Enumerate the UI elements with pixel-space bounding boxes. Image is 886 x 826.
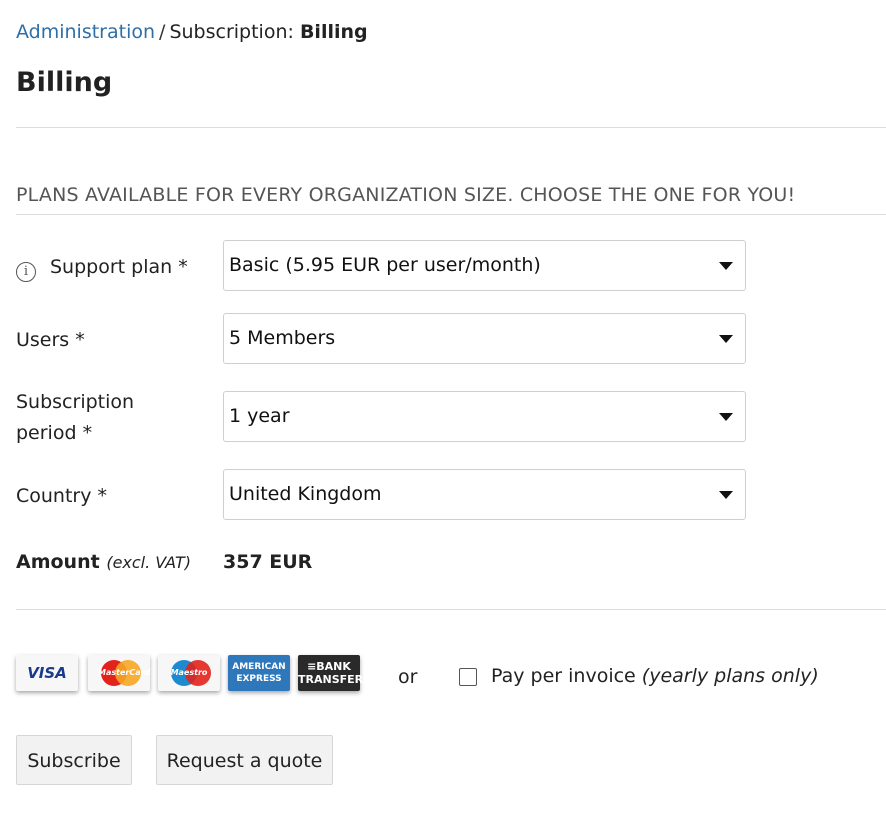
pay-per-invoice-text: Pay per invoice <box>491 665 636 687</box>
users-value: 5 Members <box>229 327 336 349</box>
mastercard-logo: MasterCard <box>88 655 150 691</box>
country-label: Country * <box>16 485 108 507</box>
bank-transfer-logo: ≡BANK TRANSFER <box>298 655 364 691</box>
country-select[interactable]: United Kingdom <box>223 469 746 520</box>
info-icon[interactable]: i <box>16 262 36 282</box>
subscription-period-label-line2: period * <box>16 422 93 444</box>
subscription-period-label-line1: Subscription <box>16 391 135 413</box>
caret-down-icon <box>719 262 733 270</box>
support-plan-select[interactable]: Basic (5.95 EUR per user/month) <box>223 240 746 291</box>
subscribe-button[interactable]: Subscribe <box>16 735 132 785</box>
breadcrumb-prefix: Subscription: <box>169 21 294 43</box>
support-plan-label-row: i Support plan * <box>16 252 188 283</box>
pay-per-invoice-checkbox[interactable] <box>459 668 477 686</box>
header-divider <box>16 127 886 128</box>
or-text: or <box>398 666 418 688</box>
pay-per-invoice-label[interactable]: Pay per invoice (yearly plans only) <box>491 665 819 687</box>
mastercard-text: MasterCard <box>98 668 151 677</box>
section-title: PLANS AVAILABLE FOR EVERY ORGANIZATION S… <box>16 184 796 206</box>
mastercard-circles: MasterCard <box>98 660 151 686</box>
breadcrumb-separator: / <box>159 21 166 43</box>
amex-line2: EXPRESS <box>236 674 282 684</box>
support-plan-value: Basic (5.95 EUR per user/month) <box>229 254 541 276</box>
amex-logo: AMERICAN EXPRESS <box>228 655 290 691</box>
amount-label-text: Amount <box>16 551 100 573</box>
breadcrumb: Administration / Subscription: Billing <box>16 18 368 46</box>
support-plan-label: Support plan * <box>50 256 188 278</box>
maestro-circles: Maestro <box>168 660 211 686</box>
section-divider <box>16 214 886 215</box>
amount-value: 357 EUR <box>223 551 313 573</box>
subscription-period-value: 1 year <box>229 405 290 427</box>
breadcrumb-current: Billing <box>299 21 368 43</box>
request-quote-button[interactable]: Request a quote <box>156 735 333 785</box>
caret-down-icon <box>719 413 733 421</box>
amount-label: Amount (excl. VAT) <box>16 551 191 573</box>
bank-line2: TRANSFER <box>298 673 364 686</box>
subscription-period-select[interactable]: 1 year <box>223 391 746 442</box>
amount-divider <box>16 609 886 610</box>
maestro-text: Maestro <box>170 668 208 677</box>
users-label: Users * <box>16 329 85 351</box>
caret-down-icon <box>719 491 733 499</box>
maestro-logo: Maestro <box>158 655 220 691</box>
caret-down-icon <box>719 335 733 343</box>
visa-logo: VISA <box>16 655 78 691</box>
amex-line1: AMERICAN <box>232 662 286 672</box>
bank-line1: ≡BANK <box>307 660 351 673</box>
country-value: United Kingdom <box>229 483 382 505</box>
amount-vat-note: (excl. VAT) <box>106 553 191 572</box>
page-title: Billing <box>16 67 113 98</box>
pay-per-invoice-note: (yearly plans only) <box>641 665 819 687</box>
subscription-period-label: Subscription period * <box>16 387 134 449</box>
breadcrumb-administration-link[interactable]: Administration <box>16 21 155 43</box>
users-select[interactable]: 5 Members <box>223 313 746 364</box>
